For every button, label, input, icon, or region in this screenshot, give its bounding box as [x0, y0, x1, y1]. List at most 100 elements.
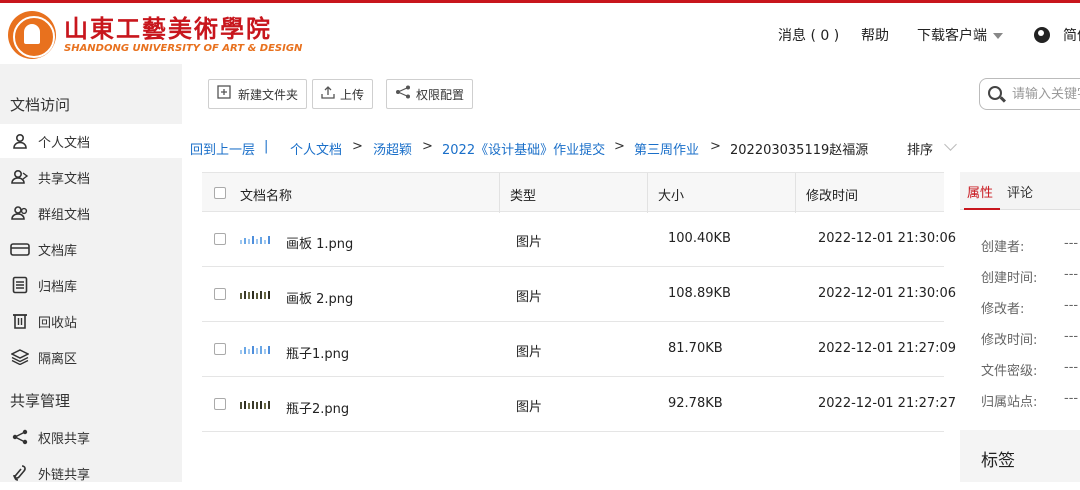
search-input[interactable]	[1012, 84, 1080, 104]
image-thumbnail-icon	[240, 291, 270, 299]
image-thumbnail-icon	[240, 346, 270, 354]
sidebar-item-archive[interactable]: 归档库	[0, 268, 182, 302]
search-box[interactable]	[979, 78, 1080, 110]
sidebar-item-label: 权限共享	[38, 431, 91, 447]
table-row[interactable]: 瓶子1.png 图片 81.70KB 2022-12-01 21:27:09	[202, 322, 956, 377]
sidebar-item-group-docs[interactable]: 群组文档	[0, 196, 182, 230]
file-size: 100.40KB	[668, 231, 731, 246]
upload-label: 上传	[340, 87, 365, 102]
breadcrumb-current: 202203035119赵福源	[730, 143, 869, 158]
breadcrumb-item-week3[interactable]: 第三周作业	[634, 139, 699, 158]
breadcrumb-item-personal-docs[interactable]: 个人文档	[290, 139, 342, 158]
link-icon	[10, 464, 30, 482]
file-type: 图片	[516, 345, 543, 360]
table-header: 文档名称 类型 大小 修改时间	[202, 172, 944, 213]
prop-value-modified-time: ---	[1064, 329, 1079, 344]
shared-person-icon	[10, 168, 30, 186]
column-header-name[interactable]: 文档名称	[240, 185, 292, 204]
sidebar-section-share-mgmt: 共享管理	[10, 392, 71, 410]
sidebar-section-doc-access: 文档访问	[10, 96, 71, 114]
prop-label-modifier: 修改者:	[981, 302, 1025, 317]
prop-label-site: 归属站点:	[981, 395, 1038, 410]
tab-comments[interactable]: 评论	[1007, 182, 1033, 201]
prop-label-creator: 创建者:	[981, 240, 1025, 255]
sidebar-item-recycle-bin[interactable]: 回收站	[0, 304, 182, 338]
sidebar-item-quarantine[interactable]: 隔离区	[0, 340, 182, 374]
breadcrumb-separator: >	[352, 139, 363, 154]
language-selector[interactable]: 简体	[1063, 25, 1080, 45]
file-modified: 2022-12-01 21:27:27	[818, 396, 957, 411]
row-checkbox[interactable]	[214, 288, 226, 300]
file-name[interactable]: 画板 1.png	[286, 233, 353, 252]
chevron-down-icon[interactable]	[944, 138, 957, 151]
search-icon[interactable]	[988, 86, 1002, 100]
chevron-down-icon	[993, 33, 1003, 39]
row-checkbox[interactable]	[214, 398, 226, 410]
table-row[interactable]: 瓶子2.png 图片 92.78KB 2022-12-01 21:27:27	[202, 377, 956, 432]
file-type: 图片	[516, 400, 543, 415]
sidebar-item-label: 共享文档	[38, 171, 91, 187]
file-size: 81.70KB	[668, 341, 723, 356]
breadcrumb-separator: >	[710, 139, 721, 154]
prop-value-creator: ---	[1064, 236, 1079, 251]
column-header-modified[interactable]: 修改时间	[806, 185, 858, 204]
share-icon	[10, 428, 30, 446]
group-icon	[10, 204, 30, 222]
row-checkbox[interactable]	[214, 233, 226, 245]
sidebar-item-label: 个人文档	[38, 135, 91, 151]
back-up-link[interactable]: 回到上一层	[190, 139, 255, 158]
image-thumbnail-icon	[240, 236, 270, 244]
file-modified: 2022-12-01 21:30:06	[818, 231, 957, 246]
share-icon	[395, 85, 411, 103]
file-size: 92.78KB	[668, 396, 723, 411]
file-name[interactable]: 画板 2.png	[286, 288, 353, 307]
prop-label-security-level: 文件密级:	[981, 364, 1038, 379]
breadcrumb-divider: |	[264, 139, 269, 154]
details-tabs: 属性 评论	[960, 172, 1080, 210]
breadcrumb-item-course[interactable]: 2022《设计基础》作业提交	[442, 139, 605, 158]
upload-button[interactable]: 上传	[312, 79, 374, 109]
tags-heading: 标签	[981, 451, 1015, 471]
row-checkbox[interactable]	[214, 343, 226, 355]
permissions-config-label: 权限配置	[416, 87, 465, 102]
messages-link[interactable]: 消息 ( 0 )	[778, 25, 839, 45]
breadcrumb-separator: >	[422, 139, 433, 154]
sidebar-item-external-link-share[interactable]: 外链共享	[0, 456, 182, 490]
prop-value-site: ---	[1064, 391, 1079, 406]
library-icon	[10, 240, 30, 258]
select-all-checkbox[interactable]	[214, 187, 226, 199]
file-size: 108.89KB	[668, 286, 731, 301]
file-name[interactable]: 瓶子2.png	[286, 398, 349, 417]
permissions-config-button[interactable]: 权限配置	[386, 79, 474, 109]
new-folder-label: 新建文件夹	[238, 87, 299, 102]
upload-icon	[321, 85, 335, 103]
tab-properties[interactable]: 属性	[967, 182, 993, 201]
sidebar-item-shared-docs[interactable]: 共享文档	[0, 160, 182, 194]
column-header-type[interactable]: 类型	[510, 185, 536, 204]
person-icon	[10, 132, 30, 150]
sidebar-item-doc-library[interactable]: 文档库	[0, 232, 182, 266]
sidebar-item-permission-share[interactable]: 权限共享	[0, 420, 182, 454]
layers-icon	[10, 348, 30, 366]
sort-button[interactable]: 排序	[907, 139, 933, 158]
tags-section: 标签	[960, 434, 1080, 482]
top-bar: 山東工藝美術學院 SHANDONG UNIVERSITY OF ART & DE…	[0, 0, 1080, 64]
sidebar-item-label: 回收站	[38, 315, 78, 331]
column-header-size[interactable]: 大小	[658, 185, 684, 204]
image-thumbnail-icon	[240, 401, 270, 409]
file-name[interactable]: 瓶子1.png	[286, 343, 349, 362]
download-client-menu[interactable]: 下载客户端	[917, 25, 1003, 45]
file-modified: 2022-12-01 21:27:09	[818, 341, 957, 356]
file-type: 图片	[516, 290, 543, 305]
new-folder-button[interactable]: 新建文件夹	[208, 79, 308, 109]
help-link[interactable]: 帮助	[861, 25, 889, 45]
breadcrumb-item-user[interactable]: 汤超颖	[373, 139, 412, 158]
table-row[interactable]: 画板 2.png 图片 108.89KB 2022-12-01 21:30:06	[202, 267, 956, 322]
sidebar-item-personal-docs[interactable]: 个人文档	[0, 124, 182, 158]
sidebar-item-label: 文档库	[38, 243, 78, 259]
file-type: 图片	[516, 235, 543, 250]
prop-value-modifier: ---	[1064, 298, 1079, 313]
globe-icon[interactable]	[1034, 27, 1050, 43]
table-row[interactable]: 画板 1.png 图片 100.40KB 2022-12-01 21:30:06	[202, 212, 956, 267]
prop-label-modified-time: 修改时间:	[981, 333, 1038, 348]
